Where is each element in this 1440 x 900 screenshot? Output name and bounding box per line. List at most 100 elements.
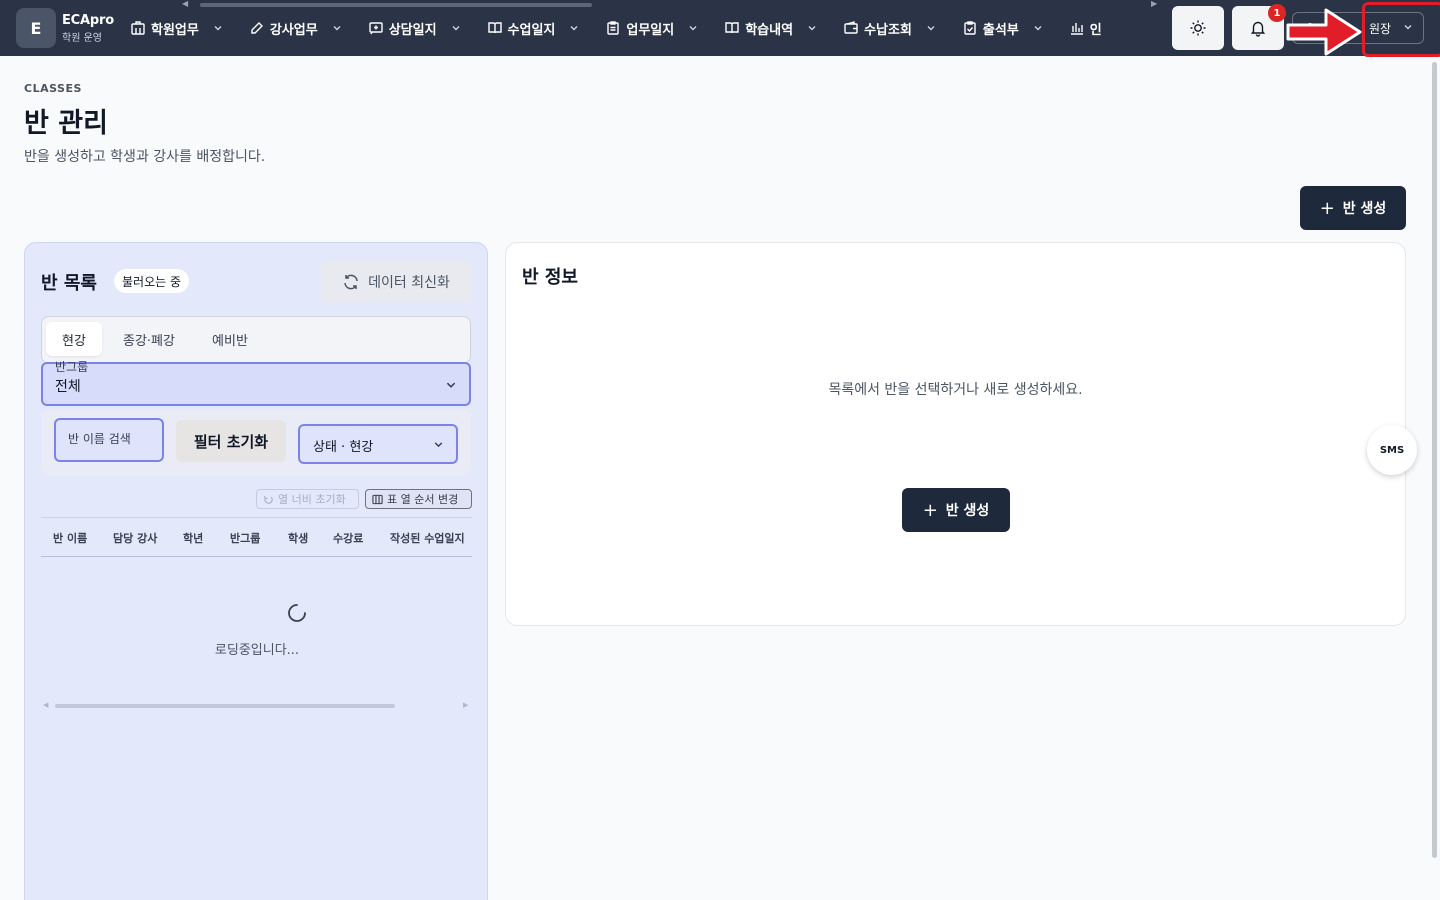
sun-icon: [1190, 20, 1206, 36]
column-header-class-name[interactable]: 반 이름: [53, 530, 87, 546]
column-header-class-logs[interactable]: 작성된 수업일지: [390, 530, 465, 546]
nav-item-class-log[interactable]: 수업일지: [487, 14, 580, 42]
table-scroll-left-icon[interactable]: ◀: [43, 701, 48, 709]
nav-item-payment-lookup[interactable]: 수납조회: [843, 14, 936, 42]
bell-icon: [1250, 21, 1266, 37]
nav-item-label: 업무일지: [626, 22, 675, 38]
class-status-tabs: 현강 종강·폐강 예비반: [41, 316, 471, 364]
status-filter-select[interactable]: 상태 · 현강: [298, 424, 458, 464]
column-header-grade[interactable]: 학년: [183, 530, 203, 546]
chevron-down-icon: [333, 26, 341, 31]
chevron-down-icon: [214, 26, 222, 31]
nav-item-label: 수업일지: [507, 22, 556, 38]
class-group-select-label: 반그룹: [55, 360, 89, 374]
nav-item-label: 출석부: [982, 22, 1019, 38]
plus-icon: +: [1319, 197, 1335, 219]
loading-spinner-icon: [288, 604, 306, 622]
create-class-button-label: 반 생성: [945, 503, 990, 519]
nav-item-academy-work[interactable]: 학원업무: [130, 14, 223, 42]
class-group-select-value: 전체: [55, 379, 81, 395]
column-header-instructor[interactable]: 담당 강사: [113, 530, 157, 546]
columns-icon: [372, 494, 383, 504]
message-plus-icon: [368, 22, 383, 35]
filter-bar: 반 이름 검색 필터 초기화 상태 · 현강: [41, 410, 471, 476]
nav-item-attendance[interactable]: 출석부: [962, 14, 1043, 42]
chevron-down-icon: [1034, 26, 1042, 31]
create-class-button-secondary[interactable]: + 반 생성: [902, 488, 1010, 532]
scroll-left-arrow-icon[interactable]: ◀: [182, 0, 188, 8]
nav-item-learning-history[interactable]: 학습내역: [724, 14, 817, 42]
notification-count-badge: 1: [1268, 4, 1286, 22]
annotation-arrow-icon: [1286, 8, 1362, 56]
nav-item-label: 상담일지: [388, 22, 437, 38]
page-eyebrow: CLASSES: [24, 82, 82, 95]
annotation-highlight-box: [1362, 2, 1440, 57]
reset-filters-button[interactable]: 필터 초기화: [176, 420, 286, 462]
nav-item-stats[interactable]: 인: [1069, 14, 1102, 42]
class-list-title: 반 목록: [41, 273, 97, 294]
sms-floating-button[interactable]: SMS: [1367, 425, 1417, 475]
table-scroll-right-icon[interactable]: ▶: [463, 701, 468, 709]
table-horizontal-scrollbar[interactable]: [55, 704, 395, 708]
create-class-button[interactable]: + 반 생성: [1300, 186, 1406, 230]
nav-item-counseling-log[interactable]: 상담일지: [368, 14, 461, 42]
bar-chart-icon: [1070, 23, 1083, 35]
chevron-down-icon: [689, 26, 697, 31]
create-class-button-label: 반 생성: [1342, 201, 1387, 217]
plus-icon: +: [922, 499, 938, 521]
page-description: 반을 생성하고 학생과 강사를 배정합니다.: [24, 149, 266, 165]
class-group-select[interactable]: 반그룹 전체: [41, 360, 471, 406]
page-title: 반 관리: [24, 108, 108, 139]
edit-icon: [251, 22, 263, 34]
chevron-down-icon: [808, 26, 816, 31]
class-detail-title: 반 정보: [522, 267, 578, 288]
undo-icon: [264, 495, 273, 504]
nav-item-work-log[interactable]: 업무일지: [605, 14, 698, 42]
class-name-search-input[interactable]: 반 이름 검색: [54, 418, 164, 462]
nav-item-label: 학원업무: [151, 22, 199, 38]
nav-item-label: 인: [1089, 22, 1102, 38]
class-detail-panel: 반 정보 목록에서 반을 선택하거나 새로 생성하세요. + 반 생성: [505, 242, 1406, 626]
nav-horizontal-scrollbar[interactable]: [200, 3, 592, 7]
refresh-data-button-label: 데이터 최신화: [368, 275, 450, 291]
chevron-down-icon: [452, 26, 460, 31]
theme-toggle-button[interactable]: [1172, 6, 1224, 50]
class-table-header: 반 이름 담당 강사 학년 반그룹 학생 수강료 작성된 수업일지: [41, 517, 472, 557]
nav-item-label: 수납조회: [864, 22, 912, 38]
empty-state-message: 목록에서 반을 선택하거나 새로 생성하세요.: [828, 382, 1083, 398]
wallet-icon: [844, 21, 858, 34]
refresh-data-button[interactable]: 데이터 최신화: [321, 262, 471, 302]
chevron-down-icon: [927, 26, 935, 31]
top-navigation-bar: ◀ ▶ E ECApro 학원 운영 학원업무 강사업무 상담일지 수업일지 업…: [0, 0, 1440, 57]
app-subtitle: 학원 운영: [62, 33, 102, 44]
column-header-class-group[interactable]: 반그룹: [230, 530, 260, 546]
book-open-icon: [487, 22, 502, 34]
book-open-icon: [725, 22, 739, 34]
tab-preliminary[interactable]: 예비반: [196, 322, 264, 356]
change-column-order-button[interactable]: 표 열 순서 변경: [365, 489, 472, 509]
page-vertical-scrollbar[interactable]: [1432, 62, 1437, 858]
status-filter-value: 상태 · 현강: [313, 440, 374, 455]
reset-column-width-button[interactable]: 열 너비 초기화: [256, 489, 359, 509]
column-header-tuition[interactable]: 수강료: [333, 530, 363, 546]
chevron-down-icon: [434, 442, 443, 448]
reset-column-width-label: 열 너비 초기화: [278, 493, 346, 506]
chevron-down-icon: [570, 26, 578, 31]
tab-ended[interactable]: 종강·폐강: [112, 322, 186, 356]
loading-message: 로딩중입니다...: [214, 643, 300, 658]
clipboard-check-icon: [964, 21, 976, 35]
chevron-down-icon: [446, 382, 456, 388]
main-nav: 학원업무 강사업무 상담일지 수업일지 업무일지 학습내역 수납조회 출석부 인: [130, 14, 1160, 42]
column-header-students[interactable]: 학생: [288, 530, 308, 546]
building-icon: [131, 21, 145, 35]
app-name: ECApro: [62, 13, 114, 28]
clipboard-icon: [607, 21, 620, 35]
change-column-order-label: 표 열 순서 변경: [387, 493, 459, 506]
refresh-icon: [344, 274, 358, 290]
tab-current[interactable]: 현강: [46, 322, 102, 356]
app-logo[interactable]: E: [16, 8, 56, 48]
nav-item-label: 학습내역: [745, 22, 794, 38]
nav-item-label: 강사업무: [269, 22, 318, 38]
scroll-right-arrow-icon[interactable]: ▶: [1151, 0, 1157, 8]
nav-item-instructor-work[interactable]: 강사업무: [249, 14, 342, 42]
